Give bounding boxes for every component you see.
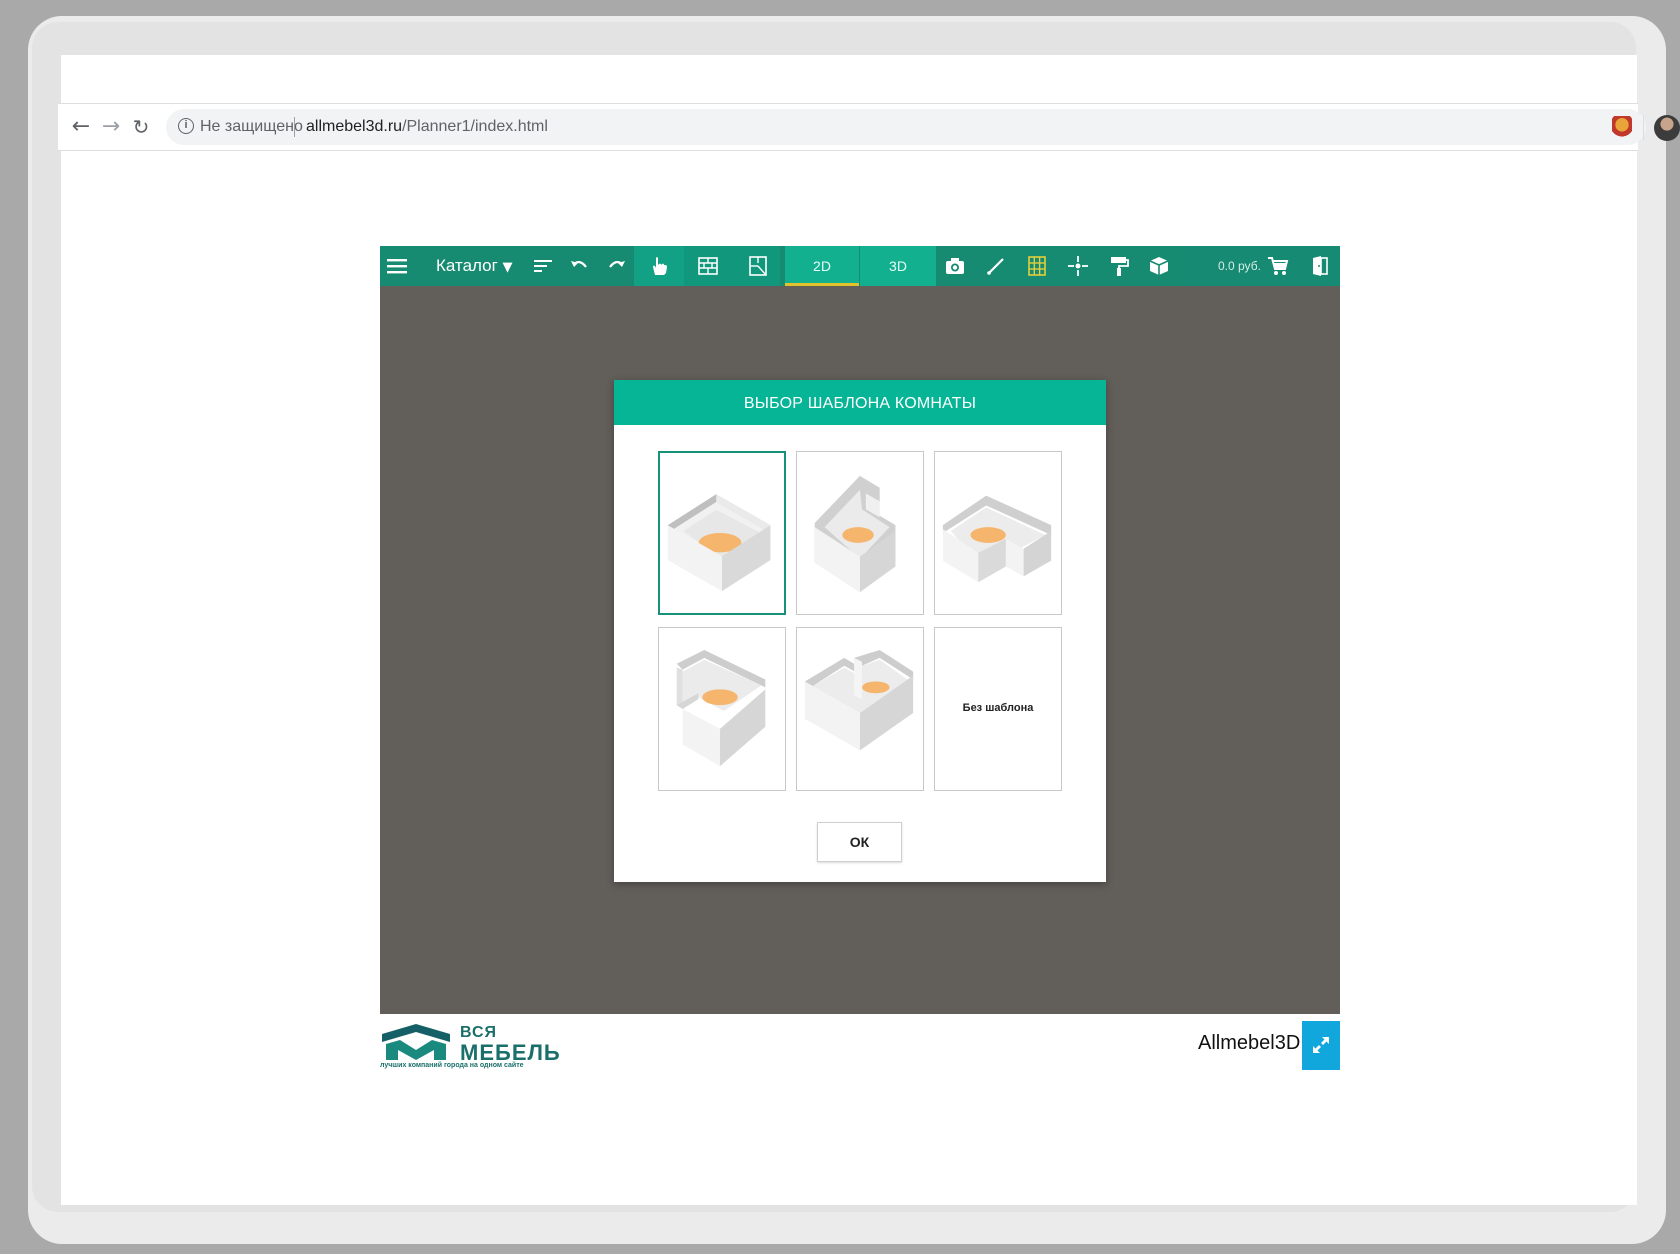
omnibox-divider: [294, 117, 295, 137]
profile-avatar[interactable]: [1654, 115, 1680, 141]
view-2d-button[interactable]: 2D: [785, 246, 859, 286]
view-2d-label: 2D: [813, 258, 831, 274]
price-total: 0.0 руб.: [1218, 259, 1261, 273]
notched-left-room-icon: [676, 649, 766, 767]
room-template-dialog: ВЫБОР ШАБЛОНА КОМНАТЫ Без шаблона ОК: [614, 380, 1106, 882]
shopping-cart-icon[interactable]: [1267, 255, 1289, 277]
box-3d-icon[interactable]: [1148, 255, 1170, 277]
view-3d-label: 3D: [889, 258, 907, 274]
browser-toolbar: ← → ↻ i Не защищено allmebel3d.ru/Planne…: [58, 103, 1680, 151]
exit-door-icon[interactable]: [1309, 255, 1331, 277]
ok-button[interactable]: ОК: [817, 822, 902, 862]
chevron-down-icon: ▼: [502, 260, 513, 275]
url-path: /Planner1/index.html: [402, 118, 548, 135]
reload-icon[interactable]: ↻: [128, 114, 154, 140]
back-icon[interactable]: ←: [68, 114, 94, 140]
l-shaped-room-icon: [942, 495, 1052, 583]
active-tab-indicator: [785, 283, 859, 286]
paint-roller-icon[interactable]: [1108, 255, 1130, 277]
undo-icon[interactable]: [568, 255, 590, 277]
brand-label: Allmebel3D: [1198, 1032, 1301, 1054]
info-icon[interactable]: i: [178, 118, 194, 134]
toolbar-divider: [1643, 116, 1644, 140]
brick-wall-icon[interactable]: [697, 255, 719, 277]
extension-icon[interactable]: [1612, 116, 1632, 138]
template-no-template[interactable]: Без шаблона: [934, 627, 1062, 791]
forward-icon[interactable]: →: [98, 114, 124, 140]
redo-icon[interactable]: [606, 255, 628, 277]
floor-plan-icon[interactable]: [747, 255, 769, 277]
divided-room-icon: [804, 649, 914, 751]
planner-app[interactable]: Каталог ▼ 2D 3D 0.0 руб. ВЫБОР ШАБЛОНА К…: [380, 246, 1340, 1014]
sort-icon[interactable]: [532, 255, 554, 277]
grid-icon[interactable]: [1026, 255, 1048, 277]
logo-tagline: лучших компаний города на одном сайте: [380, 1062, 524, 1069]
hamburger-menu-icon[interactable]: [386, 255, 408, 277]
no-template-label: Без шаблона: [962, 702, 1034, 714]
camera-icon[interactable]: [944, 255, 966, 277]
ruler-line-icon[interactable]: [985, 255, 1007, 277]
fullscreen-button[interactable]: [1302, 1021, 1340, 1070]
url-text[interactable]: allmebel3d.ru/Planner1/index.html: [306, 118, 548, 136]
logo[interactable]: ВСЯ МЕБЕЛЬ лучших компаний города на одн…: [380, 1020, 586, 1072]
square-room-icon: [667, 494, 771, 592]
catalog-label: Каталог: [436, 256, 498, 275]
template-room-notch-left[interactable]: [658, 627, 786, 791]
catalog-dropdown[interactable]: Каталог ▼: [436, 246, 513, 286]
view-3d-button[interactable]: 3D: [860, 246, 936, 286]
hand-pointer-icon[interactable]: [648, 255, 670, 277]
url-host: allmebel3d.ru: [306, 118, 403, 135]
dialog-title: ВЫБОР ШАБЛОНА КОМНАТЫ: [614, 380, 1106, 425]
template-room-divided[interactable]: [796, 627, 924, 791]
template-l-shaped-room[interactable]: [934, 451, 1062, 615]
logo-mark-icon: [382, 1024, 450, 1060]
snap-crosshair-icon[interactable]: [1067, 255, 1089, 277]
security-label: Не защищено: [200, 118, 303, 135]
template-room-notch-right[interactable]: [796, 451, 924, 615]
notched-room-icon: [814, 475, 896, 593]
address-bar[interactable]: i Не защищено allmebel3d.ru/Planner1/ind…: [166, 109, 1646, 145]
expand-icon: [1313, 1037, 1329, 1053]
planner-toolbar: Каталог ▼ 2D 3D 0.0 руб.: [380, 246, 1340, 286]
template-square-room[interactable]: [658, 451, 786, 615]
